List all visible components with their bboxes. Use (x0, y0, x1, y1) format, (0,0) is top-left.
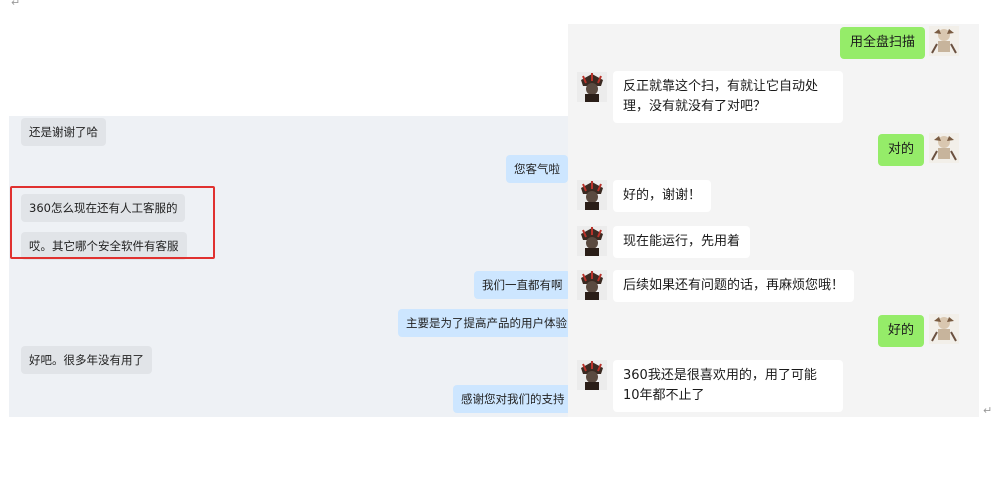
message-text: 感谢您对我们的支持 (461, 392, 565, 406)
message-text: 反正就靠这个扫，有就让它自动处理，没有就没有了对吧？ (623, 79, 819, 114)
chat-bubble-received: 360我还是很喜欢用的，用了可能10年都不止了 (613, 360, 843, 412)
chat-bubble-sent: 您客气啦 (506, 155, 568, 183)
message-text: 好吧。很多年没有用了 (29, 353, 144, 367)
chat-bubble-received: 好的，谢谢！ (613, 180, 712, 212)
message-text: 现在能运行，先用着 (623, 234, 741, 249)
chat-bubble-received: 好吧。很多年没有用了 (21, 346, 152, 374)
warrior-avatar-icon (577, 180, 607, 210)
cartoon-avatar-icon (929, 133, 959, 163)
message-text: 用全盘扫描 (850, 35, 916, 50)
chat-bubble-received: 反正就靠这个扫，有就让它自动处理，没有就没有了对吧？ (613, 71, 843, 123)
message-text: 后续如果还有问题的话，再麻烦您哦！ (623, 278, 845, 293)
cartoon-avatar-icon (929, 314, 959, 344)
message-text: 我们一直都有啊 (482, 278, 563, 292)
highlight-box (10, 186, 215, 259)
message-text: 好的，谢谢！ (623, 188, 702, 203)
cartoon-avatar-icon (929, 26, 959, 56)
chat-bubble-received: 后续如果还有问题的话，再麻烦您哦！ (613, 270, 855, 302)
chat-bubble-sent: 主要是为了提高产品的用户体验 (398, 309, 575, 337)
paragraph-mark-icon: ↵ (11, 0, 21, 9)
chat-bubble-sent: 对的 (878, 134, 925, 166)
chat-bubble-received: 还是谢谢了哈 (21, 118, 106, 146)
warrior-avatar-icon (577, 72, 607, 102)
message-text: 还是谢谢了哈 (29, 125, 98, 139)
message-text: 主要是为了提高产品的用户体验 (406, 316, 567, 330)
message-text: 好的 (888, 323, 915, 338)
paragraph-mark-icon: ↵ (983, 404, 993, 417)
message-text: 对的 (888, 142, 915, 157)
chat-bubble-sent: 好的 (878, 315, 925, 347)
warrior-avatar-icon (577, 226, 607, 256)
chat-bubble-sent: 用全盘扫描 (840, 27, 926, 59)
chat-bubble-received: 现在能运行，先用着 (613, 226, 751, 258)
warrior-avatar-icon (577, 360, 607, 390)
warrior-avatar-icon (577, 270, 607, 300)
message-text: 360我还是很喜欢用的，用了可能10年都不止了 (623, 368, 817, 403)
chat-bubble-sent: 感谢您对我们的支持 (453, 385, 573, 413)
message-text: 您客气啦 (514, 162, 560, 176)
chat-bubble-sent: 我们一直都有啊 (474, 271, 571, 299)
